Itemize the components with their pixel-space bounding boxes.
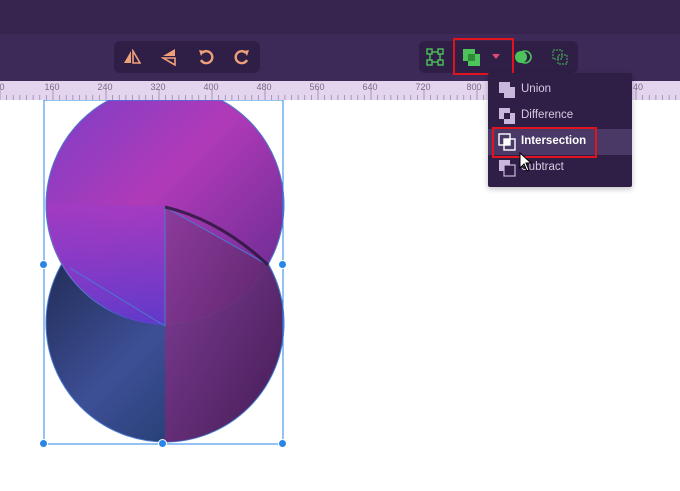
ruler-label: 240 [97, 82, 113, 92]
difference-icon [499, 108, 515, 124]
ruler-label: 0 [0, 82, 5, 92]
ruler-label: 160 [44, 82, 60, 92]
menu-item-union[interactable]: Union [488, 77, 632, 103]
union-icon [499, 82, 515, 98]
menu-item-label: Difference [521, 109, 574, 121]
selection-handle[interactable] [158, 439, 167, 448]
mouse-cursor-icon [519, 152, 533, 172]
flip-vertical-icon [161, 49, 176, 66]
boolean-button-highlight [453, 38, 514, 75]
flip-horizontal-button[interactable] [117, 41, 147, 73]
flip-horizontal-icon [124, 49, 141, 64]
path-edit-button[interactable] [420, 41, 450, 73]
selection-handle[interactable] [278, 439, 287, 448]
path-edit-icon [426, 48, 444, 66]
rotate-cw-button[interactable] [227, 41, 257, 73]
flip-vertical-button[interactable] [154, 41, 184, 73]
transform-button-group [114, 41, 260, 73]
selection-handle[interactable] [278, 260, 287, 269]
ruler-label: 560 [309, 82, 325, 92]
title-bar [0, 0, 680, 34]
subtract-icon [499, 160, 516, 177]
mask-icon [515, 50, 532, 64]
group-nodes-icon [552, 49, 568, 65]
rotate-ccw-icon [199, 50, 214, 65]
ruler-label: 400 [203, 82, 219, 92]
rotate-ccw-button[interactable] [191, 41, 221, 73]
selection-handle[interactable] [39, 260, 48, 269]
rotate-cw-icon [234, 50, 249, 65]
ruler-label: 800 [466, 82, 482, 92]
group-nodes-button[interactable] [545, 41, 575, 73]
ruler-label: 320 [150, 82, 166, 92]
ruler-label: 40 [632, 82, 644, 92]
menu-item-difference[interactable]: Difference [488, 103, 632, 129]
ruler-label: 480 [256, 82, 272, 92]
selection-handle[interactable] [39, 439, 48, 448]
ruler-label: 720 [415, 82, 431, 92]
menu-item-subtract[interactable]: Subtract [488, 155, 632, 181]
intersection-highlight [492, 127, 597, 158]
menu-item-label: Union [521, 83, 552, 95]
ruler-label: 640 [362, 82, 378, 92]
